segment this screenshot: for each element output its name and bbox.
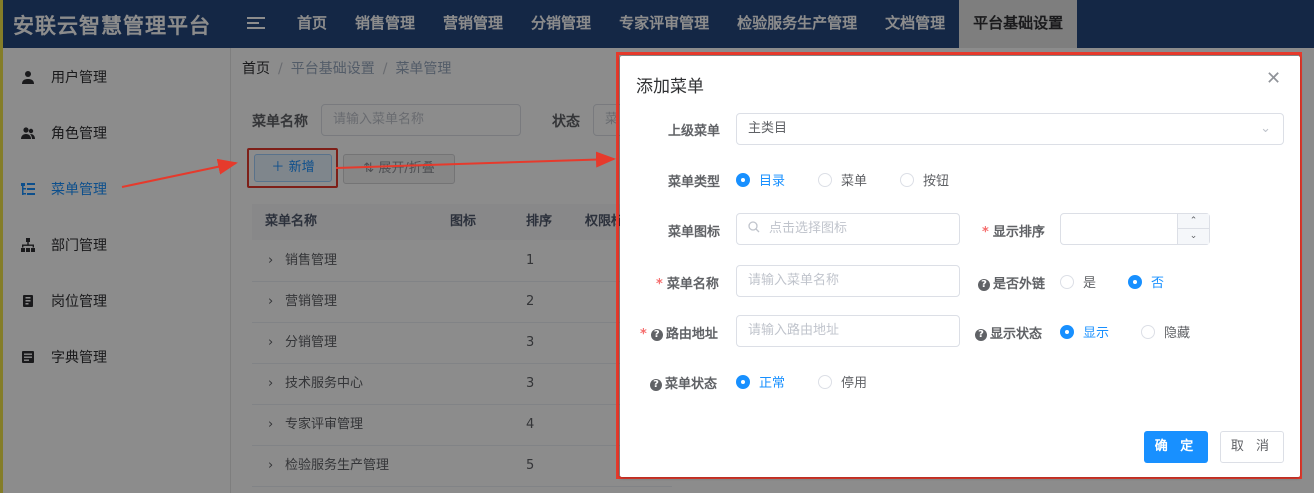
radio-dot [1060,324,1074,339]
close-icon[interactable]: ✕ [1266,70,1281,88]
radio-dot [900,172,914,187]
dialog-title: 添加菜单 [636,77,704,97]
question-icon: ? [650,379,662,391]
radio-visible-hide[interactable]: 隐藏 [1141,322,1190,341]
chevron-up-icon[interactable]: ⌃ [1178,214,1209,229]
visible-status-label: ? 显示状态 [975,323,1042,342]
radio-dot [1141,324,1155,339]
menu-icon-label: 菜单图标 [668,225,721,240]
stepper-buttons: ⌃ ⌄ [1177,214,1209,244]
radio-status-disabled[interactable]: 停用 [818,372,867,391]
route-path-label: *? 路由地址 [640,327,718,342]
menu-icon-placeholder: 点击选择图标 [769,221,848,236]
add-menu-dialog: 添加菜单 ✕ 上级菜单 主类目 ⌄ 菜单类型 目录 菜单 按钮 菜单图标 点击选… [620,56,1300,477]
radio-external-yes[interactable]: 是 [1060,272,1096,291]
menu-type-label: 菜单类型 [668,175,721,190]
question-icon: ? [975,329,987,341]
chevron-down-icon: ⌄ [1260,121,1271,136]
radio-type-button[interactable]: 按钮 [900,170,949,189]
arrow-to-add-button [121,158,238,188]
parent-menu-label: 上级菜单 [668,124,721,139]
arrow-to-dialog [335,151,616,169]
menu-icon-input[interactable]: 点击选择图标 [736,213,960,245]
radio-type-menu[interactable]: 菜单 [818,170,867,189]
radio-dot [736,172,750,187]
parent-menu-value: 主类目 [748,121,788,136]
radio-dot [818,172,832,187]
search-icon [748,214,760,244]
external-link-label: ? 是否外链 [978,273,1045,292]
radio-type-directory[interactable]: 目录 [736,170,785,189]
radio-dot [818,374,832,389]
confirm-button[interactable]: 确 定 [1144,431,1208,463]
radio-status-normal[interactable]: 正常 [736,372,785,391]
route-path-input[interactable]: 请输入路由地址 [736,315,960,347]
radio-dot [736,374,750,389]
radio-external-no[interactable]: 否 [1128,272,1164,291]
question-icon: ? [650,329,663,341]
chevron-down-icon[interactable]: ⌄ [1178,229,1209,244]
radio-dot [1060,274,1074,289]
cancel-button[interactable]: 取 消 [1220,431,1284,463]
menu-status-label: ? 菜单状态 [650,373,717,392]
display-order-stepper[interactable]: ⌃ ⌄ [1060,213,1210,245]
menu-name-input[interactable]: 请输入菜单名称 [736,265,960,297]
radio-visible-show[interactable]: 显示 [1060,322,1109,341]
radio-dot [1128,274,1142,289]
menu-name-label: * 菜单名称 [656,277,719,292]
display-order-label: * 显示排序 [982,225,1045,240]
question-icon: ? [978,279,990,291]
parent-menu-select[interactable]: 主类目 ⌄ [736,113,1284,145]
